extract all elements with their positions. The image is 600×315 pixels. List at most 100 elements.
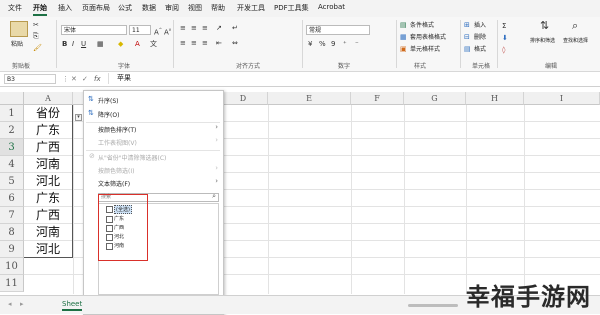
row-header[interactable]: 4 (0, 156, 24, 173)
font-grow-icon[interactable]: A^ (154, 25, 162, 37)
underline-icon[interactable]: U (81, 40, 86, 49)
row-header-active[interactable]: 3 (0, 139, 24, 156)
filter-item[interactable]: 河南 (114, 242, 124, 249)
column-header-d[interactable]: D (219, 92, 268, 105)
row-header[interactable]: 8 (0, 224, 24, 241)
column-header-e[interactable]: E (268, 92, 351, 105)
align-left-icon[interactable]: ≡ (180, 39, 186, 48)
checkbox-item[interactable] (106, 216, 113, 223)
insert-function-icon[interactable]: fx (94, 75, 101, 84)
formula-input-area[interactable]: 苹果 (108, 73, 597, 84)
delete-cells-icon[interactable]: ⊟ (464, 33, 470, 42)
find-select-icon[interactable]: ⌕ (572, 20, 578, 31)
select-all-corner[interactable] (0, 92, 24, 105)
format-painter-icon[interactable]: 🖌 (33, 44, 42, 53)
cut-icon[interactable]: ✂ (33, 21, 39, 30)
tab-home[interactable]: 开始 (33, 3, 47, 16)
align-top-icon[interactable]: ≡ (180, 24, 186, 33)
wrap-text-icon[interactable]: ↵ (232, 24, 238, 33)
insert-cells-button[interactable]: 插入 (474, 21, 486, 30)
column-header-h[interactable]: H (466, 92, 524, 105)
increase-decimal-icon[interactable]: ⁺ (343, 40, 347, 49)
row-header[interactable]: 1 (0, 105, 24, 122)
row-header[interactable]: 5 (0, 173, 24, 190)
filter-search-input[interactable]: 搜索 ⌕ (98, 192, 219, 202)
tab-page-layout[interactable]: 页面布局 (82, 3, 110, 13)
cell-a4[interactable]: 河南 (24, 156, 73, 173)
filter-dropdown-icon[interactable]: ▾ (75, 114, 82, 121)
cell-a2[interactable]: 广东 (24, 122, 73, 139)
filter-item[interactable]: 河北 (114, 233, 124, 240)
tab-review[interactable]: 审阅 (165, 3, 179, 13)
menu-item-text-filter[interactable]: 文本筛选(F) (98, 179, 130, 188)
prev-sheet-icon[interactable]: ◂ (8, 300, 12, 309)
font-color-icon[interactable]: A (135, 40, 140, 49)
clear-icon[interactable]: ◊ (502, 46, 505, 55)
cell-a3[interactable]: 广西 (24, 139, 73, 156)
next-sheet-icon[interactable]: ▸ (20, 300, 24, 309)
paste-button[interactable]: 粘贴 (11, 40, 23, 49)
checkbox-item[interactable] (106, 234, 113, 241)
tab-view[interactable]: 视图 (188, 3, 202, 13)
cell-a6[interactable]: 广东 (24, 190, 73, 207)
insert-cells-icon[interactable]: ⊞ (464, 21, 470, 30)
cell-styles-button[interactable]: 单元格样式 (410, 45, 440, 54)
number-format-select[interactable]: 常规 (306, 25, 370, 35)
menu-item-sort-ascending[interactable]: 升序(S) (98, 96, 119, 105)
menu-item-sort-by-color[interactable]: 按颜色排序(T) (98, 125, 136, 134)
comma-style-icon[interactable]: 9 (331, 40, 335, 49)
column-header-a[interactable]: A (24, 92, 73, 105)
sort-filter-button[interactable]: 排序和筛选 (530, 37, 555, 46)
font-size-select[interactable]: 11 (129, 25, 151, 35)
cell-a8[interactable]: 河南 (24, 224, 73, 241)
tab-help[interactable]: 帮助 (211, 3, 225, 13)
menu-item-sort-descending[interactable]: 降序(O) (98, 110, 119, 119)
conditional-format-button[interactable]: 条件格式 (410, 21, 434, 30)
tab-file[interactable]: 文件 (8, 3, 22, 13)
cell-a7[interactable]: 广西 (24, 207, 73, 224)
align-middle-icon[interactable]: ≡ (191, 24, 197, 33)
format-as-table-icon[interactable]: ▦ (400, 33, 407, 42)
font-name-select[interactable]: 宋体 (61, 25, 127, 35)
horizontal-scrollbar[interactable] (408, 304, 458, 307)
row-header[interactable]: 2 (0, 122, 24, 139)
delete-cells-button[interactable]: 删除 (474, 33, 486, 42)
format-cells-button[interactable]: 格式 (474, 45, 486, 54)
align-right-icon[interactable]: ≡ (202, 39, 208, 48)
tab-pdf-tools[interactable]: PDF工具集 (274, 3, 309, 13)
copy-icon[interactable]: ⎘ (33, 32, 39, 41)
sheet-tab[interactable]: Sheet (62, 300, 83, 311)
percent-icon[interactable]: % (319, 40, 326, 49)
cell-a5[interactable]: 河北 (24, 173, 73, 190)
orientation-icon[interactable]: ↗ (216, 24, 222, 33)
column-header-g[interactable]: G (404, 92, 466, 105)
checkbox-item[interactable] (106, 243, 113, 250)
fill-icon[interactable]: ⬇ (502, 34, 508, 43)
name-box[interactable]: B3 (4, 74, 56, 84)
cancel-entry-icon[interactable]: ✕ (71, 75, 77, 84)
row-header[interactable]: 11 (0, 275, 24, 292)
checkbox-select-all[interactable] (106, 206, 113, 213)
row-header[interactable]: 9 (0, 241, 24, 258)
cell-a1-header[interactable]: 省份 (24, 105, 73, 122)
indent-icon[interactable]: ⇤ (216, 39, 222, 48)
merge-center-icon[interactable]: ⇔ (232, 39, 238, 48)
autosum-icon[interactable]: Σ (502, 22, 506, 31)
tab-acrobat[interactable]: Acrobat (318, 3, 345, 11)
column-header-i[interactable]: I (524, 92, 600, 105)
tab-data[interactable]: 数据 (142, 3, 156, 13)
filter-item[interactable]: 广东 (114, 215, 124, 222)
find-select-button[interactable]: 查找和选择 (563, 37, 588, 46)
font-shrink-icon[interactable]: Av (164, 25, 171, 37)
row-header[interactable]: 10 (0, 258, 24, 275)
conditional-format-icon[interactable]: ▤ (400, 21, 407, 30)
currency-icon[interactable]: ¥ (308, 40, 312, 49)
confirm-entry-icon[interactable]: ✓ (82, 75, 88, 84)
decrease-decimal-icon[interactable]: ⁻ (355, 40, 359, 49)
tab-formulas[interactable]: 公式 (118, 3, 132, 13)
paste-icon[interactable] (10, 21, 28, 37)
border-icon[interactable]: ▦ (97, 40, 104, 49)
align-center-icon[interactable]: ≡ (191, 39, 197, 48)
align-bottom-icon[interactable]: ≡ (202, 24, 208, 33)
column-header-f[interactable]: F (351, 92, 404, 105)
